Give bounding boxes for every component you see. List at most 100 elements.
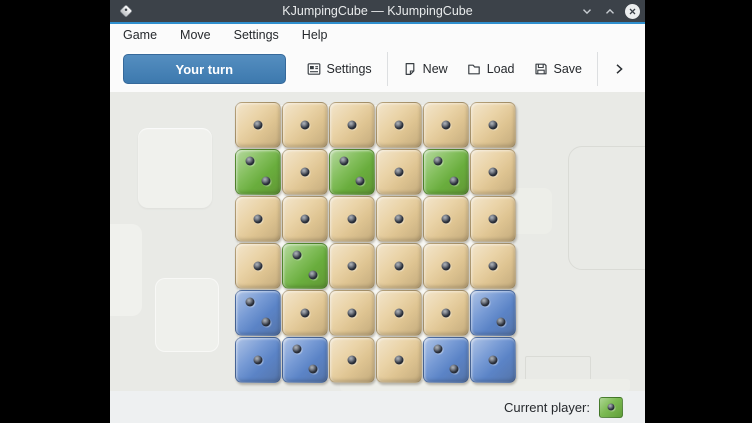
board-grid xyxy=(235,102,516,383)
menu-settings[interactable]: Settings xyxy=(232,26,281,44)
cube-pip xyxy=(348,121,357,130)
board-area xyxy=(110,92,645,391)
cube-pip xyxy=(450,365,459,374)
minimize-button[interactable] xyxy=(579,3,595,19)
menu-game[interactable]: Game xyxy=(121,26,159,44)
toolbar-overflow-button[interactable] xyxy=(608,58,630,80)
cube-pip xyxy=(292,251,301,260)
new-button[interactable]: New xyxy=(398,56,453,82)
board-cell-r3c4[interactable] xyxy=(376,196,422,242)
menu-move[interactable]: Move xyxy=(178,26,213,44)
board-cell-r6c5[interactable] xyxy=(423,337,469,383)
settings-button[interactable]: Settings xyxy=(302,56,377,82)
current-player-label: Current player: xyxy=(504,400,590,415)
board-cell-r5c2[interactable] xyxy=(282,290,328,336)
cube-pip xyxy=(489,121,498,130)
board-cell-r2c3[interactable] xyxy=(329,149,375,195)
file-actions-group: New Load Save xyxy=(398,56,587,82)
background-shape xyxy=(155,278,219,352)
game-board xyxy=(235,102,516,383)
cube-pip xyxy=(292,345,301,354)
cube-pip xyxy=(254,356,263,365)
toolbar: Your turn Settings New xyxy=(110,46,645,92)
board-cell-r1c1[interactable] xyxy=(235,102,281,148)
board-cell-r5c1[interactable] xyxy=(235,290,281,336)
load-button[interactable]: Load xyxy=(462,56,520,82)
cube-pip xyxy=(339,157,348,166)
board-cell-r4c4[interactable] xyxy=(376,243,422,289)
cube-pip xyxy=(262,177,271,186)
cube-pip xyxy=(489,262,498,271)
board-cell-r6c3[interactable] xyxy=(329,337,375,383)
board-cell-r6c1[interactable] xyxy=(235,337,281,383)
cube-pip xyxy=(301,121,310,130)
board-cell-r4c2[interactable] xyxy=(282,243,328,289)
cube-pip xyxy=(442,121,451,130)
board-cell-r3c3[interactable] xyxy=(329,196,375,242)
cube-pip xyxy=(348,215,357,224)
cube-pip xyxy=(395,121,404,130)
cube-pip xyxy=(309,365,318,374)
board-cell-r5c4[interactable] xyxy=(376,290,422,336)
cube-pip xyxy=(301,168,310,177)
cube-pip xyxy=(433,345,442,354)
board-cell-r4c1[interactable] xyxy=(235,243,281,289)
load-button-label: Load xyxy=(487,62,515,76)
background-shape xyxy=(568,146,645,270)
board-cell-r2c1[interactable] xyxy=(235,149,281,195)
cube-pip xyxy=(348,356,357,365)
kjumpingcube-window: KJumpingCube — KJumpingCube Game Move xyxy=(110,0,645,423)
board-cell-r3c6[interactable] xyxy=(470,196,516,242)
cube-pip xyxy=(348,262,357,271)
board-cell-r2c2[interactable] xyxy=(282,149,328,195)
settings-button-label: Settings xyxy=(327,62,372,76)
turn-indicator-button[interactable]: Your turn xyxy=(123,54,286,84)
close-button[interactable] xyxy=(625,4,640,19)
board-cell-r3c1[interactable] xyxy=(235,196,281,242)
cube-pip xyxy=(348,309,357,318)
window-controls xyxy=(579,0,640,22)
chevron-down-icon xyxy=(581,6,593,17)
board-cell-r6c2[interactable] xyxy=(282,337,328,383)
board-cell-r6c6[interactable] xyxy=(470,337,516,383)
cube-pip xyxy=(262,318,271,327)
chevron-right-icon xyxy=(612,62,626,76)
cube-pip xyxy=(450,177,459,186)
board-cell-r5c6[interactable] xyxy=(470,290,516,336)
save-button[interactable]: Save xyxy=(529,56,588,82)
cube-pip xyxy=(301,309,310,318)
cube-pip xyxy=(497,318,506,327)
board-cell-r1c6[interactable] xyxy=(470,102,516,148)
cube-pip xyxy=(245,298,254,307)
menu-help[interactable]: Help xyxy=(300,26,330,44)
toolbar-separator xyxy=(387,52,388,86)
cube-pip xyxy=(254,262,263,271)
board-cell-r1c5[interactable] xyxy=(423,102,469,148)
board-cell-r2c4[interactable] xyxy=(376,149,422,195)
titlebar: KJumpingCube — KJumpingCube xyxy=(110,0,645,22)
background-shape xyxy=(110,224,142,316)
board-cell-r5c3[interactable] xyxy=(329,290,375,336)
board-cell-r4c3[interactable] xyxy=(329,243,375,289)
board-cell-r1c4[interactable] xyxy=(376,102,422,148)
board-cell-r3c5[interactable] xyxy=(423,196,469,242)
board-cell-r2c5[interactable] xyxy=(423,149,469,195)
cube-pip xyxy=(442,309,451,318)
board-cell-r1c3[interactable] xyxy=(329,102,375,148)
cube-pip xyxy=(395,309,404,318)
board-cell-r5c5[interactable] xyxy=(423,290,469,336)
cube-pip xyxy=(489,168,498,177)
board-cell-r3c2[interactable] xyxy=(282,196,328,242)
board-cell-r4c6[interactable] xyxy=(470,243,516,289)
screenshot: { "window": { "title": "KJumpingCube — K… xyxy=(0,0,752,423)
cube-pip xyxy=(254,215,263,224)
close-icon xyxy=(627,6,638,17)
cube-pip xyxy=(395,215,404,224)
board-cell-r4c5[interactable] xyxy=(423,243,469,289)
maximize-button[interactable] xyxy=(602,3,618,19)
board-cell-r2c6[interactable] xyxy=(470,149,516,195)
cube-pip xyxy=(433,157,442,166)
current-player-indicator xyxy=(599,397,623,418)
board-cell-r6c4[interactable] xyxy=(376,337,422,383)
board-cell-r1c2[interactable] xyxy=(282,102,328,148)
